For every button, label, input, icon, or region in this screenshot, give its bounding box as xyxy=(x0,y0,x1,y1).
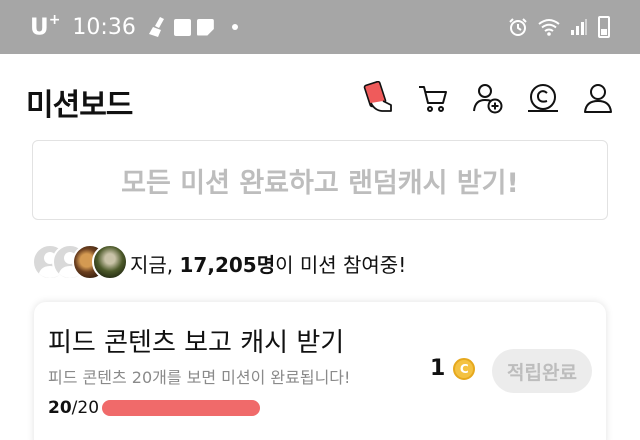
mission-description: 피드 콘텐츠 20개를 보면 미션이 완료됩니다! xyxy=(48,368,351,387)
profile-icon[interactable] xyxy=(580,80,616,116)
avatar xyxy=(92,244,128,280)
random-cash-banner[interactable]: 모든 미션 완료하고 랜덤캐시 받기! xyxy=(32,140,608,220)
notification-icons xyxy=(148,16,238,38)
banner-text: 모든 미션 완료하고 랜덤캐시 받기! xyxy=(121,167,519,199)
header-actions xyxy=(360,80,616,116)
progress-fill xyxy=(102,400,260,416)
carrier-label: U+ xyxy=(30,11,61,41)
mission-card[interactable]: 피드 콘텐츠 보고 캐시 받기 피드 콘텐츠 20개를 보면 미션이 완료됩니다… xyxy=(34,302,606,440)
reward: 1 C xyxy=(430,356,476,381)
app-notification-icon xyxy=(173,18,191,36)
page-title: 미션보드 xyxy=(26,88,133,123)
battery-icon xyxy=(598,16,610,38)
progress-count: 20/20 xyxy=(48,398,100,418)
add-friend-icon[interactable] xyxy=(470,80,506,116)
mission-title: 피드 콘텐츠 보고 캐시 받기 xyxy=(48,328,345,358)
clock: 10:36 xyxy=(72,14,136,40)
cash-coin-icon[interactable] xyxy=(525,80,561,116)
claim-complete-button[interactable]: 적립완료 xyxy=(492,349,592,393)
cart-icon[interactable] xyxy=(415,80,451,116)
signal-icon xyxy=(571,19,587,35)
participants-row: 지금, 17,205명이 미션 참여중! xyxy=(32,244,406,282)
card-hand-icon[interactable] xyxy=(360,80,396,116)
participants-text: 지금, 17,205명이 미션 참여중! xyxy=(130,252,407,277)
progress-bar xyxy=(102,400,260,416)
status-bar: U+ 10:36 xyxy=(0,0,640,54)
wifi-icon xyxy=(538,19,560,36)
reward-amount: 1 xyxy=(430,356,446,381)
system-icons xyxy=(508,16,610,38)
alarm-icon xyxy=(509,18,527,36)
cleaner-notification-icon xyxy=(148,17,164,37)
note-notification-icon xyxy=(196,18,214,36)
cash-coin-icon: C xyxy=(453,357,476,380)
participant-avatars xyxy=(32,244,128,282)
more-notifications-dot xyxy=(231,24,238,30)
